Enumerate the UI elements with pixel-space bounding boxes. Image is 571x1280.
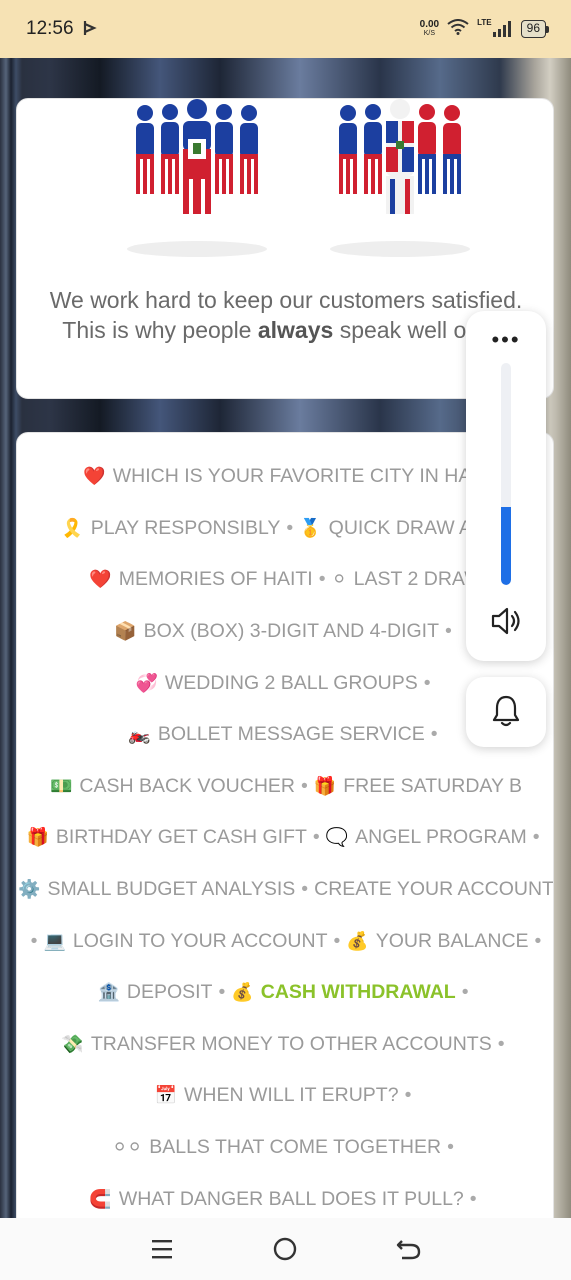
- separator-dot: •: [534, 929, 542, 952]
- feature-emoji-icon: 💞: [135, 672, 158, 694]
- separator-dot: •: [497, 1032, 505, 1055]
- separator-dot: •: [469, 1187, 477, 1210]
- signal-icon: LTE: [477, 18, 513, 37]
- feature-link[interactable]: FREE SATURDAY B: [343, 775, 522, 798]
- feature-emoji-icon: 🎗️: [61, 517, 84, 539]
- feature-emoji-icon: 🏍️: [128, 724, 151, 746]
- feature-emoji-icon: 💵: [49, 775, 73, 797]
- separator-dot: •: [423, 671, 431, 694]
- feature-row: ⚪⚪ BALLS THAT COME TOGETHER •: [17, 1122, 553, 1174]
- network-speed: 0.00 K/S: [420, 20, 439, 38]
- separator-dot: •: [318, 568, 326, 591]
- feature-emoji-icon: ⚪⚪: [112, 1137, 143, 1159]
- feature-link[interactable]: ANGEL PROGRAM: [355, 826, 527, 849]
- separator-dot: •: [333, 929, 341, 952]
- notification-panel[interactable]: [466, 677, 546, 747]
- system-nav-bar: [0, 1218, 571, 1280]
- feature-emoji-icon: ❤️: [83, 466, 106, 488]
- haiti-people-illustration: [127, 99, 267, 257]
- feature-row: 💸 TRANSFER MONEY TO OTHER ACCOUNTS •: [17, 1019, 553, 1071]
- app-notification-icon: [83, 20, 97, 39]
- feature-emoji-icon: 📦: [114, 621, 137, 643]
- feature-link[interactable]: WHICH IS YOUR FAVORITE CITY IN HAIT: [113, 465, 489, 488]
- network-speed-value: 0.00: [419, 19, 440, 30]
- separator-dot: •: [30, 929, 38, 952]
- volume-slider-fill: [501, 507, 511, 585]
- feature-row: ⚙️ SMALL BUDGET ANALYSIS • CREATE YOUR ACCO…: [17, 864, 553, 916]
- feature-emoji-icon: 💸: [61, 1033, 84, 1055]
- separator-dot: •: [218, 981, 226, 1004]
- feature-emoji-icon: 💰: [346, 930, 369, 952]
- feature-link[interactable]: MEMORIES OF HAITI: [119, 568, 313, 591]
- feature-emoji-icon: 🎁: [313, 775, 337, 797]
- speaker-icon[interactable]: [488, 603, 524, 639]
- feature-link[interactable]: DEPOSIT: [127, 981, 213, 1004]
- feature-row: 📅 WHEN WILL IT ERUPT? •: [17, 1070, 553, 1122]
- feature-row: 🎁 BIRTHDAY GET CASH GIFT • 🗨️ ANGEL PROGRAM •: [17, 812, 553, 864]
- feature-link[interactable]: LAST 2 DRAW: [354, 568, 483, 591]
- back-icon[interactable]: [389, 1229, 429, 1269]
- feature-link[interactable]: CASH WITHDRAWAL: [261, 981, 456, 1004]
- bell-icon[interactable]: [491, 694, 521, 728]
- feature-link[interactable]: CREATE YOUR ACCOUNT: [314, 878, 553, 901]
- feature-emoji-icon: 🥇: [299, 517, 322, 539]
- feature-link[interactable]: WHEN WILL IT ERUPT?: [184, 1084, 399, 1107]
- feature-row: • 💻 LOGIN TO YOUR ACCOUNT • 💰 YOUR BALANCE •: [17, 915, 553, 967]
- battery-level: 96: [520, 20, 546, 38]
- dominican-people-illustration: [330, 99, 470, 257]
- network-speed-unit: K/S: [423, 30, 436, 37]
- feature-emoji-icon: ❤️: [89, 569, 112, 591]
- menu-icon[interactable]: [142, 1229, 182, 1269]
- status-bar: 12:56 0.00 K/S LTE 96: [0, 0, 571, 58]
- quote-line-1: We work hard to keep our customers satis…: [49, 287, 523, 313]
- separator-dot: •: [301, 878, 309, 901]
- feature-emoji-icon: 💰: [231, 982, 254, 1004]
- battery-icon: 96: [520, 20, 549, 38]
- feature-emoji-icon: 💻: [43, 930, 66, 952]
- feature-link[interactable]: TRANSFER MONEY TO OTHER ACCOUNTS: [91, 1033, 492, 1056]
- feature-emoji-icon: ⚙️: [18, 879, 41, 901]
- feature-link[interactable]: BOLLET MESSAGE SERVICE: [158, 723, 425, 746]
- quote-line-2-start: This is why people: [62, 317, 258, 343]
- feature-link[interactable]: PLAY RESPONSIBLY: [91, 517, 281, 540]
- feature-emoji-icon: 🗨️: [325, 827, 349, 849]
- feature-emoji-icon: 📅: [154, 1085, 178, 1107]
- separator-dot: •: [445, 620, 452, 643]
- feature-emoji-icon: 🎁: [26, 827, 49, 849]
- more-dots-icon[interactable]: •••: [466, 329, 546, 351]
- feature-link[interactable]: WEDDING 2 BALL GROUPS: [165, 672, 418, 695]
- wifi-icon: [447, 18, 469, 40]
- feature-link[interactable]: YOUR BALANCE: [376, 930, 529, 953]
- separator-dot: •: [312, 826, 320, 849]
- feature-row: 🏦 DEPOSIT • 💰 CASH WITHDRAWAL •: [17, 967, 553, 1019]
- feature-link[interactable]: LOGIN TO YOUR ACCOUNT: [73, 930, 328, 953]
- feature-row: 💵 CASH BACK VOUCHER • 🎁 FREE SATURDAY B: [17, 761, 553, 813]
- separator-dot: •: [404, 1084, 412, 1107]
- feature-emoji-icon: ⚪: [331, 569, 347, 591]
- feature-emoji-icon: 🏦: [97, 982, 120, 1004]
- feature-link[interactable]: BALLS THAT COME TOGETHER: [149, 1136, 441, 1159]
- quote-emphasis: always: [257, 317, 334, 343]
- feature-link[interactable]: SMALL BUDGET ANALYSIS: [47, 878, 295, 901]
- feature-link[interactable]: CASH BACK VOUCHER: [79, 775, 295, 798]
- separator-dot: •: [447, 1136, 454, 1159]
- feature-link[interactable]: BIRTHDAY GET CASH GIFT: [56, 826, 307, 849]
- separator-dot: •: [301, 774, 308, 797]
- status-time: 12:56: [26, 18, 74, 39]
- separator-dot: •: [430, 723, 438, 746]
- network-type: LTE: [477, 18, 492, 27]
- feature-link[interactable]: BOX (BOX) 3-DIGIT AND 4-DIGIT: [144, 620, 439, 643]
- volume-slider[interactable]: [501, 363, 511, 585]
- home-circle-icon[interactable]: [265, 1229, 305, 1269]
- separator-dot: •: [532, 826, 540, 849]
- feature-emoji-icon: 🧲: [89, 1188, 112, 1210]
- feature-link[interactable]: WHAT DANGER BALL DOES IT PULL?: [119, 1188, 464, 1211]
- volume-panel: •••: [466, 311, 546, 661]
- separator-dot: •: [461, 981, 469, 1004]
- separator-dot: •: [286, 516, 294, 539]
